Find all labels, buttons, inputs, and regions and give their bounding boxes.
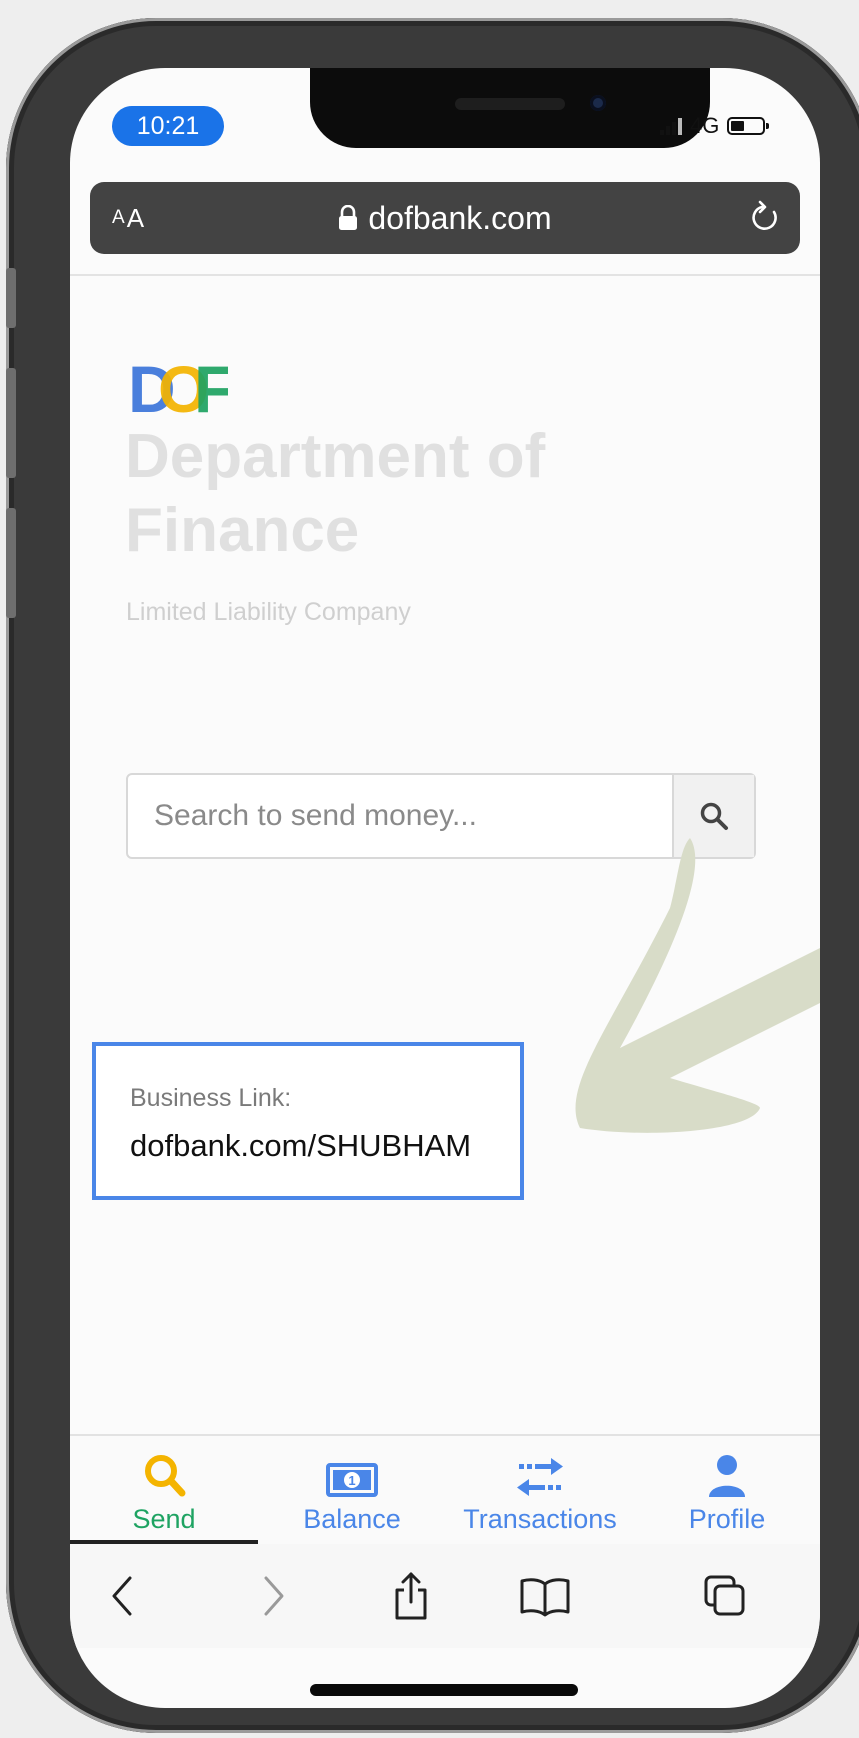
business-link-box[interactable]: Business Link: dofbank.com/SHUBHAM <box>92 1042 524 1200</box>
bookmarks-icon <box>520 1578 570 1617</box>
status-indicators: 4G <box>660 110 770 142</box>
business-link-url[interactable]: dofbank.com/SHUBHAM <box>130 1128 471 1164</box>
bookmarks-button[interactable] <box>510 1544 580 1648</box>
back-button[interactable] <box>88 1544 158 1648</box>
search-icon <box>700 802 728 830</box>
notch <box>310 68 710 148</box>
bottom-tab-bar: Send 1 Balance Transactions Profile <box>70 1434 820 1546</box>
tab-profile[interactable]: Profile <box>634 1436 820 1544</box>
volume-down-button <box>6 508 16 618</box>
url-display[interactable]: dofbank.com <box>90 182 800 254</box>
volume-up-button <box>6 368 16 478</box>
pointer-arrow-graphic <box>575 838 820 1133</box>
address-bar[interactable]: AA dofbank.com <box>90 182 800 254</box>
network-type: 4G <box>690 113 720 138</box>
reload-icon[interactable] <box>748 200 782 236</box>
tab-balance[interactable]: 1 Balance <box>258 1436 446 1544</box>
tab-send-label: Send <box>132 1504 196 1534</box>
url-text: dofbank.com <box>368 199 552 236</box>
dof-logo: D O F <box>128 356 228 416</box>
user-icon <box>709 1455 745 1497</box>
share-icon <box>395 1572 427 1620</box>
org-name: Department of Finance <box>125 422 546 565</box>
tab-transactions-label: Transactions <box>463 1504 617 1534</box>
tab-transactions[interactable]: Transactions <box>446 1436 634 1544</box>
status-time: 10:21 <box>112 106 224 146</box>
home-indicator <box>310 1684 578 1696</box>
phone-frame: 10:21 4G AA dofbank.com D O F Department… <box>6 18 859 1733</box>
tabs-button[interactable] <box>690 1544 760 1648</box>
svg-text:1: 1 <box>348 1473 355 1488</box>
tab-send[interactable]: Send <box>70 1436 258 1544</box>
browser-toolbar <box>70 1544 820 1648</box>
lock-icon <box>339 205 358 230</box>
mute-switch <box>6 268 16 328</box>
search-icon <box>145 1455 186 1497</box>
battery-icon <box>727 117 770 135</box>
signal-icon <box>660 117 682 135</box>
front-camera <box>590 95 606 111</box>
address-bar-divider <box>70 274 820 276</box>
tab-balance-label: Balance <box>303 1504 401 1534</box>
forward-icon <box>264 1576 284 1616</box>
banknote-icon: 1 <box>326 1463 378 1497</box>
svg-text:F: F <box>194 356 228 416</box>
speaker <box>455 98 565 110</box>
tabs-icon <box>704 1575 745 1616</box>
screen: 10:21 4G AA dofbank.com D O F Department… <box>70 68 820 1708</box>
tab-profile-label: Profile <box>688 1504 766 1534</box>
forward-button[interactable] <box>238 1544 308 1648</box>
org-subtitle: Limited Liability Company <box>126 598 411 626</box>
transfer-arrows-icon <box>517 1458 563 1496</box>
business-link-label: Business Link: <box>130 1084 292 1112</box>
back-icon <box>112 1576 132 1616</box>
share-button[interactable] <box>376 1544 446 1648</box>
